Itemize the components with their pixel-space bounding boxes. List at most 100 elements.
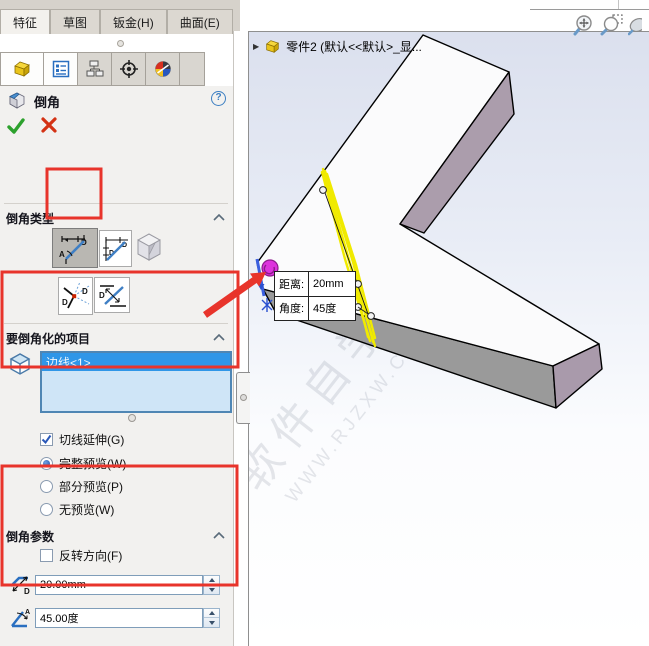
section-items-to-chamfer[interactable]: 要倒角化的项目 <box>0 328 233 348</box>
tree-expand-arrow[interactable]: ▶ <box>253 42 259 51</box>
zoom-fit-icon[interactable] <box>572 13 596 37</box>
flip-direction-option[interactable]: 反转方向(F) <box>40 547 122 563</box>
tangent-propagation-option[interactable]: 切线延伸(G) <box>40 431 124 447</box>
tree-item-label: 零件2 (默认<<默认>_显... <box>286 40 422 54</box>
chamfer-callout[interactable]: 距离: 20mm 角度: 45度 <box>274 271 356 321</box>
tab-surfaces[interactable]: 曲面(E) <box>166 9 233 34</box>
offset-face-icon: D D <box>62 281 89 309</box>
tangent-propagation-label: 切线延伸(G) <box>59 432 125 447</box>
chamfer-parameters-label: 倒角参数 <box>6 530 55 544</box>
radio-icon[interactable] <box>40 502 53 516</box>
graphics-viewport[interactable]: 软件自学网 WWW.RJZXW.COM ▶ 零件2 (默认<<默认>_显... … <box>248 31 649 646</box>
spin-down-icon[interactable] <box>204 585 219 594</box>
panel-gutter <box>233 31 248 646</box>
angle-distance-icon: D A <box>59 235 87 264</box>
face-face-icon: D <box>99 285 126 307</box>
callout-distance-label: 距离: <box>279 278 305 291</box>
part-icon <box>266 40 280 54</box>
chamfer-type-label: 倒角类型 <box>6 212 55 226</box>
property-manager-panel: 倒角 ? 倒角类型 D A D D <box>0 86 233 646</box>
headsup-toolbar <box>572 13 642 37</box>
svg-text:A: A <box>25 609 30 616</box>
section-chamfer-parameters[interactable]: 倒角参数 <box>0 526 233 546</box>
model-scene: 软件自学网 WWW.RJZXW.COM <box>249 34 603 507</box>
chamfer-distance-icon: D <box>8 571 32 596</box>
spin-up-icon[interactable] <box>204 609 219 618</box>
chamfer-angle-icon: A <box>8 606 32 630</box>
tab-sheet-metal[interactable]: 钣金(H) <box>100 9 167 34</box>
property-manager-icon <box>52 60 69 78</box>
partial-preview-option[interactable]: 部分预览(P) <box>40 478 123 494</box>
distance-spinner[interactable] <box>203 575 220 595</box>
part-icon <box>14 61 30 77</box>
svg-text:D: D <box>99 291 105 300</box>
part-model[interactable] <box>256 34 603 409</box>
chevron-up-icon[interactable] <box>213 532 225 539</box>
zoom-area-icon[interactable] <box>600 13 624 37</box>
spin-down-icon[interactable] <box>204 618 219 627</box>
offset-face-chamfer-button[interactable]: D D <box>58 277 93 315</box>
checkbox-checked-icon[interactable] <box>40 432 53 446</box>
feature-tree-item[interactable]: ▶ 零件2 (默认<<默认>_显... <box>253 38 422 55</box>
distance-distance-icon: D D <box>102 236 128 261</box>
listbox-resize-grip[interactable] <box>128 414 136 422</box>
display-manager-tab[interactable] <box>146 53 180 85</box>
svg-text:D: D <box>62 298 68 307</box>
spin-up-icon[interactable] <box>204 576 219 585</box>
chevron-up-icon[interactable] <box>213 214 225 221</box>
vertex-chamfer-icon <box>137 233 161 261</box>
confirm-row <box>6 116 58 136</box>
selected-edge-item[interactable]: 边线<1> <box>42 353 230 371</box>
svg-text:D: D <box>24 587 30 595</box>
angle-spinner[interactable] <box>203 608 220 628</box>
distance-distance-chamfer-button[interactable]: D D <box>99 230 132 267</box>
menu-divider-tick <box>618 0 619 9</box>
edge-selection-cube-icon <box>8 352 32 379</box>
svg-text:D: D <box>82 287 88 296</box>
splitter-grip-dot <box>240 394 247 401</box>
face-face-chamfer-button[interactable]: D <box>94 277 130 313</box>
items-to-chamfer-label: 要倒角化的项目 <box>6 332 91 346</box>
tab-features[interactable]: 特征 <box>0 9 51 34</box>
panel-splitter-handle[interactable] <box>236 372 250 424</box>
configuration-manager-tab[interactable] <box>78 53 112 85</box>
full-preview-option[interactable]: 完整预览(W) <box>40 455 126 471</box>
callout-angle-label: 角度: <box>279 303 305 316</box>
svg-text:A: A <box>59 250 65 259</box>
distance-input[interactable] <box>35 575 203 595</box>
checkbox-unchecked-icon[interactable] <box>40 548 53 562</box>
angle-input[interactable] <box>35 608 203 628</box>
section-chamfer-type[interactable]: 倒角类型 <box>0 208 233 228</box>
accept-button[interactable] <box>6 116 26 136</box>
edge-selection-listbox[interactable]: 边线<1> <box>40 351 232 413</box>
no-preview-option[interactable]: 无预览(W) <box>40 501 114 517</box>
display-manager-icon <box>154 61 171 77</box>
vertex-chamfer-button[interactable] <box>136 232 162 265</box>
pm-title: 倒角 <box>34 94 61 110</box>
cancel-button[interactable] <box>40 116 58 134</box>
radio-icon[interactable] <box>40 479 53 493</box>
callout-angle-value[interactable]: 45度 <box>308 296 355 320</box>
feature-manager-tab[interactable] <box>1 53 44 85</box>
property-manager-tab[interactable] <box>44 53 78 85</box>
radio-selected-icon[interactable] <box>40 456 53 470</box>
manager-tab-strip <box>0 52 205 86</box>
flip-direction-label: 反转方向(F) <box>59 548 123 563</box>
no-preview-label: 无预览(W) <box>59 502 115 517</box>
full-preview-label: 完整预览(W) <box>59 456 127 471</box>
help-icon[interactable]: ? <box>211 91 226 106</box>
chevron-up-icon[interactable] <box>213 334 225 341</box>
view-settings-icon[interactable] <box>628 13 642 37</box>
callout-distance-value[interactable]: 20mm <box>308 272 355 296</box>
ribbon-pin-dot[interactable] <box>117 40 124 47</box>
dimxpert-icon <box>119 60 138 78</box>
configuration-manager-icon <box>86 60 103 77</box>
pm-header: 倒角 <box>8 90 60 112</box>
menu-divider-line <box>530 9 649 10</box>
partial-preview-label: 部分预览(P) <box>59 479 123 494</box>
ribbon-tabs: 特征 草图 钣金(H) 曲面(E) <box>0 9 233 34</box>
dimxpert-manager-tab[interactable] <box>112 53 146 85</box>
angle-distance-chamfer-button[interactable]: D A <box>52 228 98 268</box>
chamfer-feature-icon <box>9 92 25 109</box>
tab-sketch[interactable]: 草图 <box>50 9 101 34</box>
